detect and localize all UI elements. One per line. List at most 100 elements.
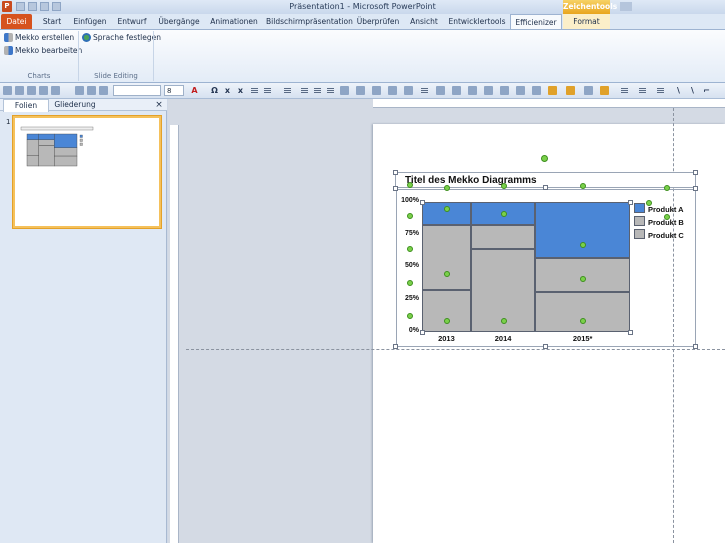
align-left-icon[interactable]	[300, 86, 309, 95]
tab-datei[interactable]: Datei	[1, 14, 32, 29]
adjust-handle[interactable]	[501, 183, 507, 189]
bring-forward-icon[interactable]	[436, 86, 445, 95]
selection-handle[interactable]	[543, 185, 548, 190]
link-icon[interactable]	[500, 86, 509, 95]
mekko-tile[interactable]	[422, 225, 471, 291]
line-color-icon[interactable]	[600, 86, 609, 95]
adjust-handle[interactable]	[664, 185, 670, 191]
special-char-icon[interactable]: Ω	[210, 86, 219, 95]
selection-handle[interactable]	[628, 200, 633, 205]
save-toolbar-icon[interactable]	[27, 86, 36, 95]
adjust-handle[interactable]	[444, 271, 450, 277]
text-box-icon[interactable]	[340, 86, 349, 95]
align-right-icon[interactable]	[326, 86, 335, 95]
tab-entwicklertools[interactable]: Entwicklertools	[448, 14, 506, 29]
selection-handle[interactable]	[420, 330, 425, 335]
font-name-input[interactable]	[113, 85, 161, 96]
close-panel-icon[interactable]: ×	[154, 99, 164, 111]
print-icon[interactable]	[39, 86, 48, 95]
bullets-icon[interactable]	[250, 86, 259, 95]
connector-icon[interactable]: ⌐	[702, 86, 711, 95]
group-icon[interactable]	[388, 86, 397, 95]
set-language-button[interactable]: Sprache festlegen	[82, 32, 161, 44]
format-painter-icon[interactable]	[87, 86, 96, 95]
shape-icon[interactable]	[356, 86, 365, 95]
tab-einfuegen[interactable]: Einfügen	[71, 14, 109, 29]
rotate-icon[interactable]	[404, 86, 413, 95]
tab-animationen[interactable]: Animationen	[208, 14, 260, 29]
align-objects-icon[interactable]	[468, 86, 477, 95]
legend-item[interactable]: Produkt C	[634, 229, 686, 240]
subscript-icon[interactable]: x	[223, 86, 232, 95]
mekko-tile[interactable]	[535, 257, 630, 292]
selection-handle[interactable]	[693, 170, 698, 175]
adjust-handle[interactable]	[501, 211, 507, 217]
adjust-handle[interactable]	[580, 183, 586, 189]
tab-format[interactable]: Format	[563, 14, 610, 29]
crop-icon[interactable]	[484, 86, 493, 95]
tab-ansicht[interactable]: Ansicht	[406, 14, 442, 29]
send-backward-icon[interactable]	[452, 86, 461, 95]
shape-fill-icon[interactable]	[548, 86, 557, 95]
align-center-icon[interactable]	[313, 86, 322, 95]
mekko-tile[interactable]	[470, 225, 536, 249]
shadow-icon[interactable]	[584, 86, 593, 95]
tab-entwurf[interactable]: Entwurf	[114, 14, 150, 29]
selection-handle[interactable]	[393, 186, 398, 191]
indent-icon[interactable]	[283, 86, 292, 95]
selection-handle[interactable]	[543, 344, 548, 349]
mekko-edit-button[interactable]: Mekko bearbeiten	[4, 45, 82, 57]
line-weight-icon[interactable]	[620, 86, 629, 95]
slide-thumbnail[interactable]	[13, 116, 161, 228]
adjust-handle[interactable]	[444, 206, 450, 212]
superscript-icon[interactable]: x	[236, 86, 245, 95]
rotate-handle[interactable]	[541, 155, 548, 162]
adjust-handle[interactable]	[664, 214, 670, 220]
font-color-icon[interactable]: A	[190, 86, 199, 95]
adjust-handle[interactable]	[444, 318, 450, 324]
clock-icon[interactable]	[532, 86, 541, 95]
tab-folien[interactable]: Folien	[3, 99, 49, 112]
adjust-handle[interactable]	[580, 276, 586, 282]
cut-icon[interactable]	[75, 86, 84, 95]
adjust-handle[interactable]	[646, 200, 652, 206]
arrow-style-icon[interactable]	[656, 86, 665, 95]
diagonal-line-icon[interactable]: \	[688, 86, 697, 95]
tab-bildschirmpraesentation[interactable]: Bildschirmpräsentation	[266, 14, 353, 29]
line-icon[interactable]: \	[674, 86, 683, 95]
undo-toolbar-icon[interactable]	[99, 86, 108, 95]
refresh-icon[interactable]	[516, 86, 525, 95]
preview-icon[interactable]	[51, 86, 60, 95]
adjust-handle[interactable]	[407, 280, 413, 286]
distribute-icon[interactable]	[420, 86, 429, 95]
selection-handle[interactable]	[393, 344, 398, 349]
adjust-handle[interactable]	[501, 318, 507, 324]
tab-start[interactable]: Start	[37, 14, 67, 29]
tab-efficienizer[interactable]: Efficienizer	[510, 14, 562, 30]
new-icon[interactable]	[3, 86, 12, 95]
mekko-tile[interactable]	[535, 291, 630, 332]
open-icon[interactable]	[15, 86, 24, 95]
selection-handle[interactable]	[693, 186, 698, 191]
tab-uebergaenge[interactable]: Übergänge	[156, 14, 202, 29]
tab-gliederung[interactable]: Gliederung	[50, 99, 100, 111]
tab-ueberpruefen[interactable]: Überprüfen	[356, 14, 400, 29]
adjust-handle[interactable]	[580, 242, 586, 248]
selection-handle[interactable]	[420, 200, 425, 205]
adjust-handle[interactable]	[580, 318, 586, 324]
selection-handle[interactable]	[628, 330, 633, 335]
mekko-tile[interactable]	[535, 202, 630, 258]
arrange-icon[interactable]	[372, 86, 381, 95]
adjust-handle[interactable]	[407, 213, 413, 219]
numbering-icon[interactable]	[263, 86, 272, 95]
selection-handle[interactable]	[393, 170, 398, 175]
shape-outline-icon[interactable]	[566, 86, 575, 95]
legend-item[interactable]: Produkt A	[634, 203, 686, 214]
mekko-tile[interactable]	[422, 290, 471, 332]
adjust-handle[interactable]	[407, 313, 413, 319]
mekko-create-button[interactable]: Mekko erstellen	[4, 32, 74, 44]
dash-style-icon[interactable]	[638, 86, 647, 95]
font-size-input[interactable]: 8	[164, 85, 184, 96]
adjust-handle[interactable]	[407, 182, 413, 188]
legend-item[interactable]: Produkt B	[634, 216, 686, 227]
